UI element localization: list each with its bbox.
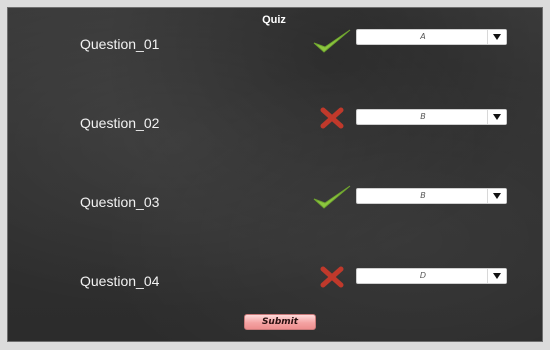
dropdown-selected-value: D	[419, 271, 427, 280]
answer-dropdown[interactable]: B	[356, 109, 507, 125]
quiz-title: Quiz	[262, 14, 286, 26]
chevron-down-icon	[493, 273, 501, 279]
dropdown-arrow[interactable]	[487, 110, 506, 124]
chevron-down-icon	[493, 193, 501, 199]
submit-button[interactable]: Submit	[244, 314, 316, 330]
answer-dropdown[interactable]: A	[356, 29, 507, 45]
checkmark-icon	[312, 184, 352, 217]
chevron-down-icon	[493, 34, 501, 40]
dropdown-arrow[interactable]	[487, 269, 506, 283]
quiz-window: Quiz Question_01 A Question_02 B Questio…	[0, 0, 550, 350]
question-label: Question_01	[80, 36, 160, 52]
answer-dropdown[interactable]: B	[356, 188, 507, 204]
answer-dropdown[interactable]: D	[356, 268, 507, 284]
checkmark-icon	[312, 28, 352, 61]
question-label: Question_04	[80, 273, 160, 289]
cross-icon	[320, 266, 344, 293]
cross-icon	[320, 107, 344, 134]
question-label: Question_03	[80, 194, 160, 210]
chalkboard-background	[7, 7, 543, 342]
dropdown-arrow[interactable]	[487, 30, 506, 44]
question-label: Question_02	[80, 115, 160, 131]
dropdown-selected-value: B	[420, 112, 426, 121]
chevron-down-icon	[493, 114, 501, 120]
dropdown-selected-value: B	[420, 191, 426, 200]
dropdown-arrow[interactable]	[487, 189, 506, 203]
dropdown-selected-value: A	[420, 32, 426, 41]
